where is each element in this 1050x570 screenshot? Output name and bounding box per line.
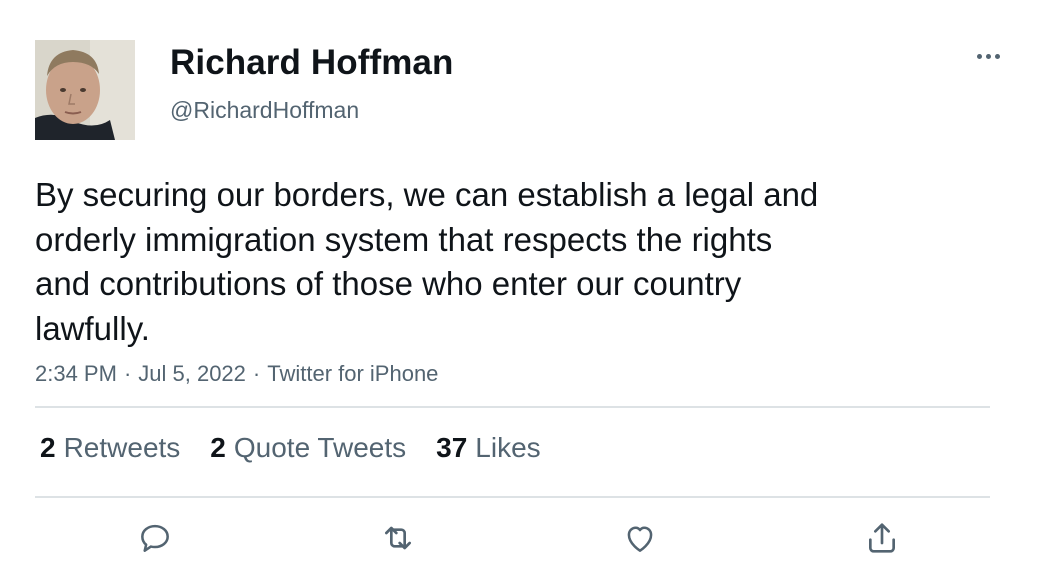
more-options-icon[interactable] (970, 44, 1006, 68)
tweet-time[interactable]: 2:34 PM (35, 361, 117, 386)
tweet-card: Richard Hoffman @RichardHoffman By secur… (0, 0, 1050, 570)
user-handle[interactable]: @RichardHoffman (170, 97, 359, 124)
share-icon (869, 523, 895, 553)
retweet-button[interactable] (378, 518, 418, 558)
reply-button[interactable] (135, 518, 175, 558)
tweet-text-line: and contributions of those who enter our… (35, 265, 742, 302)
avatar[interactable] (35, 40, 135, 140)
like-button[interactable] (620, 518, 660, 558)
divider (35, 406, 990, 408)
retweets-stat[interactable]: 2 Retweets (40, 432, 180, 464)
more-dot (976, 53, 982, 59)
quote-tweets-count: 2 (210, 432, 226, 463)
avatar-photo (35, 40, 135, 140)
share-button[interactable] (862, 518, 902, 558)
quote-tweets-label: Quote Tweets (233, 432, 407, 463)
divider (35, 496, 990, 498)
separator: · (123, 361, 132, 386)
engagement-stats: 2 Retweets 2 Quote Tweets 37 Likes (40, 432, 541, 464)
more-dot (994, 53, 1000, 59)
likes-label: Likes (475, 432, 541, 463)
display-name[interactable]: Richard Hoffman (170, 43, 453, 83)
tweet-source[interactable]: Twitter for iPhone (267, 361, 438, 386)
tweet-metadata: 2:34 PM · Jul 5, 2022 · Twitter for iPhone (35, 361, 438, 387)
likes-stat[interactable]: 37 Likes (436, 432, 541, 464)
quote-tweets-stat[interactable]: 2 Quote Tweets (210, 432, 406, 464)
tweet-text-line: orderly immigration system that respects… (35, 220, 773, 258)
likes-count: 37 (436, 432, 468, 463)
retweets-count: 2 (40, 432, 56, 463)
like-icon (627, 526, 653, 552)
tweet-date[interactable]: Jul 5, 2022 (138, 361, 246, 386)
separator: · (252, 361, 261, 386)
retweets-label: Retweets (63, 432, 181, 463)
tweet-text-line: lawfully. (35, 309, 150, 347)
more-dot (985, 53, 991, 59)
tweet-text: By securing our borders, we can establis… (35, 173, 915, 351)
reply-icon (141, 524, 169, 552)
retweet-icon (385, 526, 411, 550)
tweet-text-line: By securing our borders, we can establis… (35, 176, 819, 213)
